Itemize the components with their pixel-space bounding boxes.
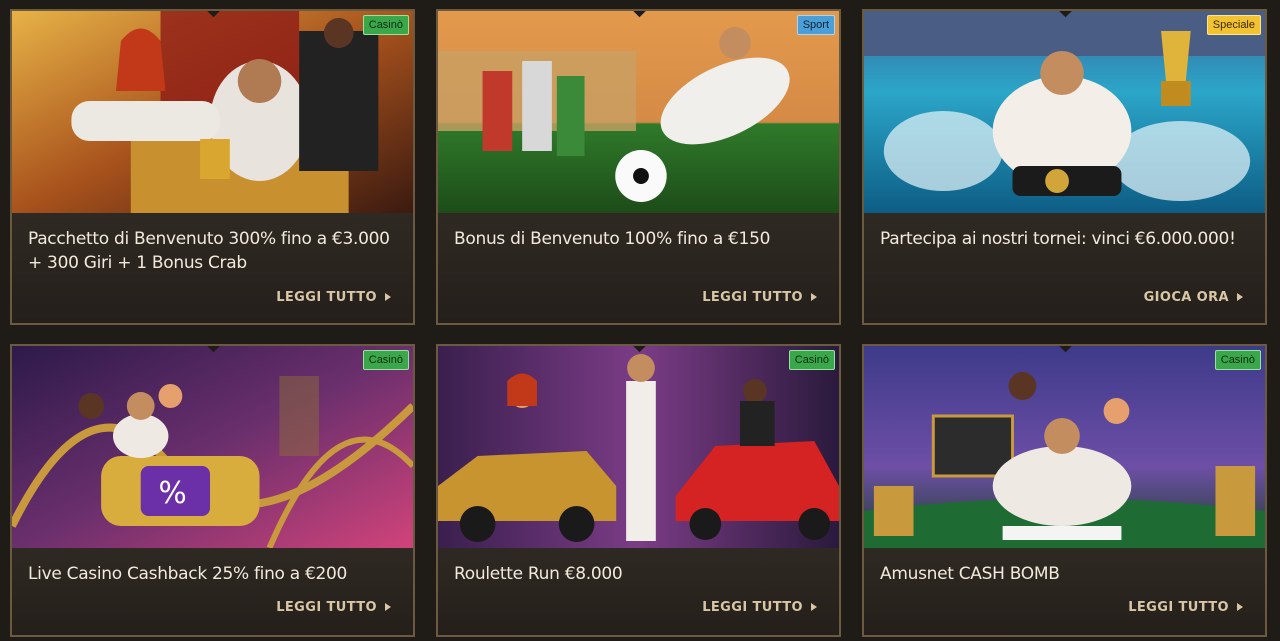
category-badge-sport: Sport [796,15,835,35]
chevron-right-icon [385,603,391,611]
promo-title-line: + 300 Giri + 1 Bonus Crab [28,253,247,273]
promo-title: Partecipa ai nostri tornei: vinci €6.000… [880,227,1245,251]
read-more-link[interactable]: LEGGI TUTTO [276,290,377,305]
promo-title-line: Bonus di Benvenuto 100% fino a €150 [454,229,771,249]
card-body: Amusnet CASH BOMB LEGGI TUTTO [864,548,1265,635]
card-body: Bonus di Benvenuto 100% fino a €150 LEGG… [438,213,839,323]
promo-title-line: Live Casino Cashback 25% fino a €200 [28,564,348,584]
play-now-link[interactable]: GIOCA ORA [1144,290,1229,305]
promo-title-line: Pacchetto di Benvenuto 300% fino a €3.00… [28,229,390,249]
promotions-grid: Casinò Pacchetto di Benvenuto 300% fino … [0,0,1280,641]
read-more-link[interactable]: LEGGI TUTTO [276,600,377,615]
chevron-right-icon [811,293,817,301]
promo-image-rollercoaster-cashback[interactable]: % [12,346,413,548]
card-body: Pacchetto di Benvenuto 300% fino a €3.00… [12,213,413,323]
promo-card-welcome-sport[interactable]: Sport Bonus di Benvenuto 100% fino a €15… [436,9,841,325]
promo-card-live-cashback[interactable]: % Casinò Live Casino Cashback 25% fino a… [10,344,415,637]
promo-title: Bonus di Benvenuto 100% fino a €150 [454,227,819,251]
promo-card-roulette-run[interactable]: Casinò Roulette Run €8.000 LEGGI TUTTO [436,344,841,637]
promo-image-poker-table[interactable] [864,346,1265,548]
card-body: Roulette Run €8.000 LEGGI TUTTO [438,548,839,635]
svg-text:%: % [159,476,187,511]
read-more-link[interactable]: LEGGI TUTTO [1128,600,1229,615]
chevron-right-icon [811,603,817,611]
promo-image-jetski-trophy[interactable] [864,11,1265,213]
promo-title-line: Partecipa ai nostri tornei: vinci €6.000… [880,229,1236,249]
promo-image-cars-money[interactable] [438,346,839,548]
promo-title-line: Amusnet CASH BOMB [880,564,1060,584]
promo-card-cash-bomb[interactable]: Casinò Amusnet CASH BOMB LEGGI TUTTO [862,344,1267,637]
promo-card-welcome-casino[interactable]: Casinò Pacchetto di Benvenuto 300% fino … [10,9,415,325]
promo-title-line: Roulette Run €8.000 [454,564,623,584]
category-badge-casino: Casinò [362,350,409,370]
category-badge-casino: Casinò [362,15,409,35]
category-badge-casino: Casinò [1214,350,1261,370]
promo-title: Roulette Run €8.000 [454,562,819,586]
chevron-right-icon [1237,293,1243,301]
chevron-right-icon [1237,603,1243,611]
promo-title: Amusnet CASH BOMB [880,562,1245,586]
promo-title: Live Casino Cashback 25% fino a €200 [28,562,393,586]
card-body: Live Casino Cashback 25% fino a €200 LEG… [12,548,413,635]
promo-image-football-pharaoh[interactable] [438,11,839,213]
category-badge-special: Speciale [1206,15,1261,35]
chevron-right-icon [385,293,391,301]
category-badge-casino: Casinò [788,350,835,370]
promo-image-throne-pharaoh[interactable] [12,11,413,213]
card-body: Partecipa ai nostri tornei: vinci €6.000… [864,213,1265,323]
read-more-link[interactable]: LEGGI TUTTO [702,600,803,615]
promo-card-tournaments[interactable]: Speciale Partecipa ai nostri tornei: vin… [862,9,1267,325]
promo-title: Pacchetto di Benvenuto 300% fino a €3.00… [28,227,393,275]
read-more-link[interactable]: LEGGI TUTTO [702,290,803,305]
